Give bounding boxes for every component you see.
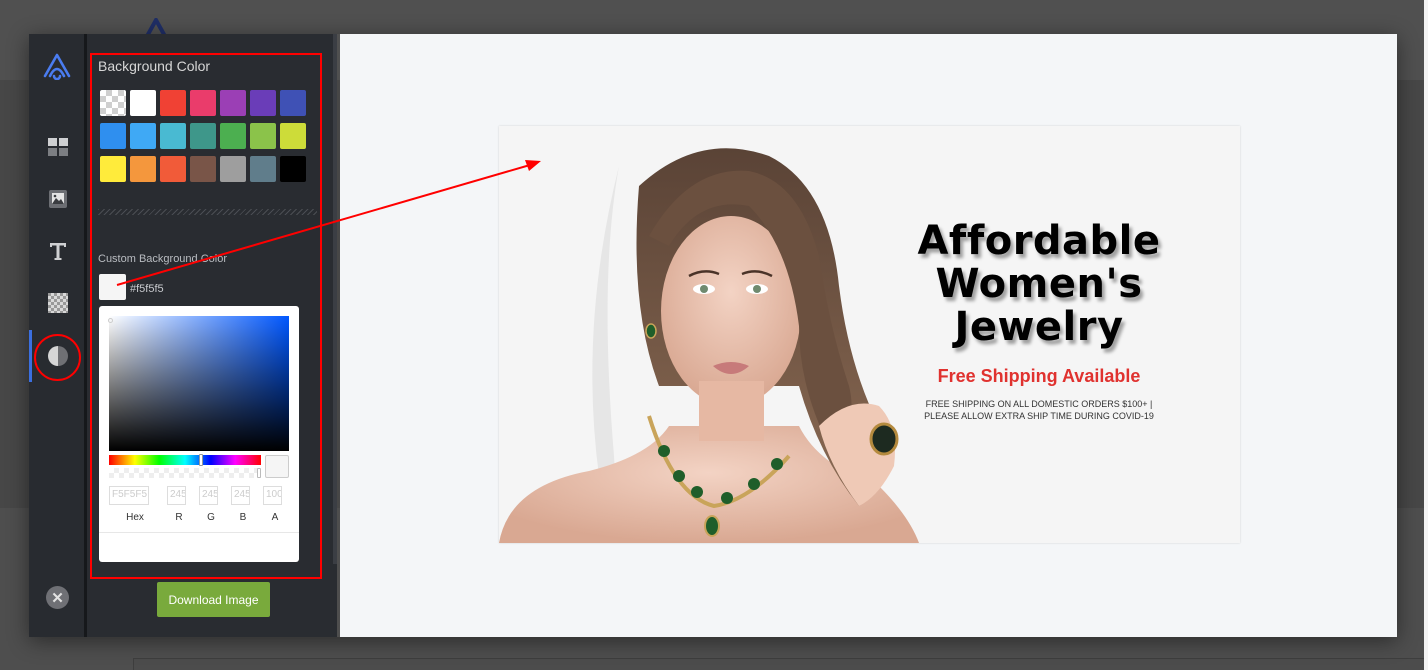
close-icon: ✕ <box>51 589 64 607</box>
fine-print-line: PLEASE ALLOW EXTRA SHIP TIME DURING COVI… <box>924 411 1154 421</box>
color-swatch[interactable] <box>160 90 186 116</box>
image-editor-modal: ✕ Background Color Custom Background Col… <box>29 34 1397 637</box>
background-page-panel <box>133 658 1428 670</box>
blue-label: B <box>239 512 247 523</box>
download-image-button[interactable]: Download Image <box>157 582 270 617</box>
rail-item-images[interactable] <box>29 179 87 219</box>
color-swatch[interactable] <box>160 123 186 149</box>
color-swatch[interactable] <box>250 156 276 182</box>
background-page-edge <box>1424 0 1428 670</box>
custom-color-value: #f5f5f5 <box>130 283 164 295</box>
grid-icon <box>48 138 68 156</box>
color-swatch[interactable] <box>130 123 156 149</box>
hex-input[interactable]: F5F5F5 <box>109 486 149 505</box>
color-preview <box>265 455 289 478</box>
color-swatch[interactable] <box>220 156 246 182</box>
custom-color-swatch[interactable] <box>99 274 126 300</box>
tool-rail: ✕ <box>29 34 87 637</box>
color-swatch[interactable] <box>250 90 276 116</box>
red-input[interactable]: 245 <box>167 486 186 505</box>
banner-subhead[interactable]: Free Shipping Available <box>859 366 1219 387</box>
panel-title: Background Color <box>98 58 211 74</box>
rail-item-layouts[interactable] <box>29 127 87 167</box>
color-swatch[interactable] <box>190 156 216 182</box>
banner-fine-print[interactable]: FREE SHIPPING ON ALL DOMESTIC ORDERS $10… <box>859 398 1219 422</box>
checkerboard-icon <box>48 293 68 313</box>
rail-item-text[interactable] <box>29 231 87 271</box>
color-swatch[interactable] <box>280 90 306 116</box>
color-swatch[interactable] <box>160 156 186 182</box>
background-color-panel: Background Color Custom Background Color… <box>87 34 337 637</box>
hue-slider[interactable] <box>109 454 261 466</box>
color-swatch[interactable] <box>100 156 126 182</box>
color-swatch[interactable] <box>220 123 246 149</box>
workspace: Affordable Women's Jewelry Free Shipping… <box>340 34 1397 637</box>
alpha-label: A <box>271 512 279 523</box>
banner-headline[interactable]: Affordable Women's Jewelry <box>859 220 1219 349</box>
contrast-icon <box>48 346 68 366</box>
app-logo-icon <box>43 53 71 80</box>
section-divider <box>98 209 317 215</box>
color-swatch[interactable] <box>190 90 216 116</box>
color-picker: F5F5F5 245 245 245 100 Hex R G B A <box>99 306 299 562</box>
picker-divider <box>99 532 299 533</box>
saturation-area[interactable] <box>108 316 289 451</box>
color-swatch[interactable] <box>280 156 306 182</box>
color-swatch[interactable] <box>280 123 306 149</box>
custom-color-label: Custom Background Color <box>98 253 228 265</box>
color-swatch[interactable] <box>130 90 156 116</box>
close-editor-button[interactable]: ✕ <box>46 586 69 609</box>
color-swatch[interactable] <box>190 123 216 149</box>
green-input[interactable]: 245 <box>199 486 218 505</box>
swatch-transparent[interactable] <box>100 90 126 116</box>
alpha-slider-handle[interactable] <box>257 468 261 478</box>
saturation-cursor[interactable] <box>108 318 113 323</box>
panel-scrollbar[interactable] <box>333 34 337 564</box>
alpha-input[interactable]: 100 <box>263 486 282 505</box>
fine-print-line: FREE SHIPPING ON ALL DOMESTIC ORDERS $10… <box>925 399 1153 409</box>
green-label: G <box>207 512 215 523</box>
hue-slider-handle[interactable] <box>199 454 203 466</box>
banner-canvas[interactable]: Affordable Women's Jewelry Free Shipping… <box>499 126 1240 543</box>
image-icon <box>49 190 67 208</box>
text-icon <box>50 243 66 260</box>
hex-label: Hex <box>126 512 144 523</box>
headline-line: Women's <box>935 261 1143 307</box>
red-label: R <box>175 512 183 523</box>
rail-item-background-color[interactable] <box>29 330 87 382</box>
rail-item-overlay[interactable] <box>29 283 87 323</box>
color-swatch[interactable] <box>250 123 276 149</box>
color-swatch[interactable] <box>100 123 126 149</box>
alpha-slider[interactable] <box>109 468 261 478</box>
blue-input[interactable]: 245 <box>231 486 250 505</box>
color-swatch-grid <box>100 90 306 182</box>
headline-line: Affordable <box>917 218 1161 264</box>
color-swatch[interactable] <box>130 156 156 182</box>
headline-line: Jewelry <box>954 304 1124 350</box>
color-swatch[interactable] <box>220 90 246 116</box>
